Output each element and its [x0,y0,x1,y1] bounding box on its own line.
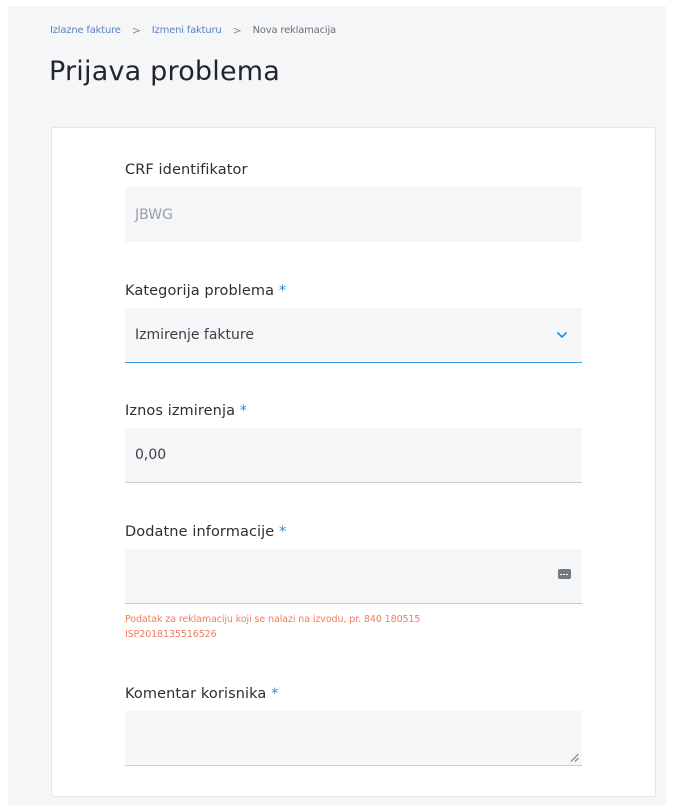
category-label-text: Kategorija problema [125,283,275,299]
hint-line-2: ISP2018135516526 [125,629,217,640]
required-mark: * [239,403,248,419]
comment-textarea[interactable] [125,711,582,766]
comment-label: Komentar korisnika * [125,686,582,702]
page-title: Prijava problema [49,56,281,87]
required-mark: * [278,283,287,299]
crf-label-text: CRF identifikator [125,162,248,178]
breadcrumb-separator: > [232,24,242,37]
additional-info-label: Dodatne informacije * [125,524,582,540]
crf-field: CRF identifikator JBWG [125,162,582,242]
breadcrumb-separator: > [131,24,141,37]
additional-info-hint: Podatak za reklamaciju koji se nalazi na… [125,612,582,642]
additional-info-input[interactable] [125,549,582,604]
resize-handle-icon[interactable] [570,753,579,762]
category-field: Kategorija problema * Izmirenje fakture [125,283,582,363]
category-label: Kategorija problema * [125,283,582,299]
amount-field: Iznos izmirenja * 0,00 [125,403,582,483]
page-container: Izlazne fakture > Izmeni fakturu > Nova … [8,6,666,805]
amount-label-text: Iznos izmirenja [125,403,236,419]
breadcrumb-izmeni-fakturu[interactable]: Izmeni fakturu [152,25,222,36]
required-mark: * [279,524,287,540]
amount-label: Iznos izmirenja * [125,403,582,419]
additional-info-label-text: Dodatne informacije [125,524,275,540]
keyboard-icon[interactable] [558,569,571,579]
crf-input: JBWG [125,187,582,242]
chevron-down-icon [556,331,568,339]
crf-label: CRF identifikator [125,162,582,178]
additional-info-field: Dodatne informacije * Podatak za reklama… [125,524,582,642]
comment-label-text: Komentar korisnika [125,686,267,702]
crf-value: JBWG [135,206,173,223]
amount-value: 0,00 [135,447,167,463]
form-card: CRF identifikator JBWG Kategorija proble… [51,127,656,797]
amount-input[interactable]: 0,00 [125,428,582,483]
hint-line-1: Podatak za reklamaciju koji se nalazi na… [125,614,421,625]
breadcrumb-current: Nova reklamacija [252,25,337,36]
required-mark: * [271,686,279,702]
comment-field: Komentar korisnika * [125,686,582,766]
category-select[interactable]: Izmirenje fakture [125,308,582,363]
breadcrumb: Izlazne fakture > Izmeni fakturu > Nova … [50,24,336,37]
category-selected-value: Izmirenje fakture [135,327,254,343]
breadcrumb-izlazne-fakture[interactable]: Izlazne fakture [50,25,121,36]
